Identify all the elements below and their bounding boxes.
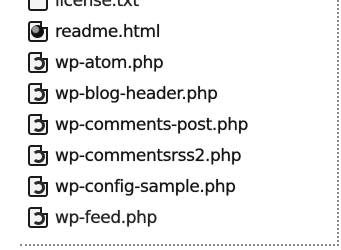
file-name: wp-blog-header.php <box>55 83 218 104</box>
file-item-wp-config-sample[interactable]: wp-config-sample.php <box>20 171 320 202</box>
php-file-icon <box>26 51 52 75</box>
file-item-wp-atom[interactable]: wp-atom.php <box>20 47 320 78</box>
php-file-icon <box>26 206 52 230</box>
php-file-icon <box>26 82 52 106</box>
file-item-wp-blog-header[interactable]: wp-blog-header.php <box>20 78 320 109</box>
file-list-pane: license.txt readme.html wp-atom.php wp-b… <box>20 0 339 246</box>
file-list: license.txt readme.html wp-atom.php wp-b… <box>20 0 320 233</box>
file-item-license[interactable]: license.txt <box>20 0 320 16</box>
php-file-icon <box>26 175 52 199</box>
file-name: wp-commentsrss2.php <box>55 145 242 166</box>
file-name: readme.html <box>55 21 161 42</box>
file-item-wp-commentsrss2[interactable]: wp-commentsrss2.php <box>20 140 320 171</box>
file-item-wp-feed[interactable]: wp-feed.php <box>20 202 320 233</box>
file-name: wp-config-sample.php <box>55 176 236 197</box>
html-file-icon <box>26 20 52 44</box>
file-name: wp-comments-post.php <box>55 114 249 135</box>
php-file-icon <box>26 113 52 137</box>
file-name: wp-feed.php <box>55 207 157 228</box>
file-name: license.txt <box>55 0 139 11</box>
text-file-icon <box>26 0 52 13</box>
file-item-readme[interactable]: readme.html <box>20 16 320 47</box>
php-file-icon <box>26 144 52 168</box>
file-item-wp-comments-post[interactable]: wp-comments-post.php <box>20 109 320 140</box>
file-name: wp-atom.php <box>55 52 164 73</box>
